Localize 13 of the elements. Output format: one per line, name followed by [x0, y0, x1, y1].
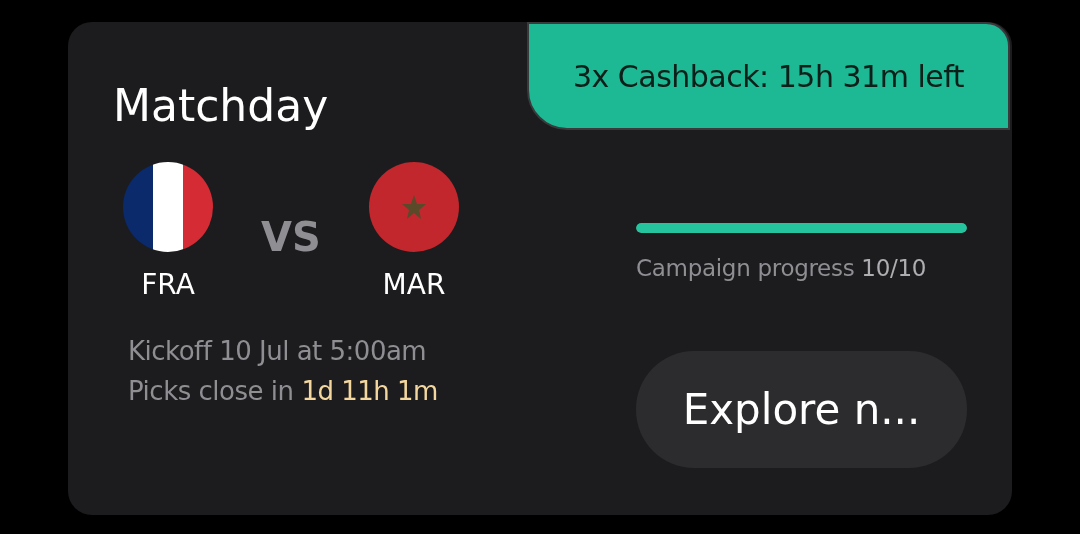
versus-label: VS	[260, 214, 322, 260]
kickoff-text: Kickoff 10 Jul at 5:00am	[128, 336, 428, 366]
team-code: MAR	[382, 268, 446, 302]
explore-button[interactable]: Explore n...	[636, 351, 967, 468]
picks-label: Picks close in	[128, 376, 294, 406]
team-code: FRA	[141, 268, 195, 302]
card-title: Matchday	[113, 80, 330, 132]
flag-icon	[369, 162, 459, 252]
flag-icon	[123, 162, 213, 252]
cashback-badge: 3x Cashback: 15h 31m left	[527, 22, 1010, 130]
progress-label: Campaign progress	[636, 255, 855, 281]
countdown-text: 1d 11h 1m	[301, 376, 438, 406]
progress-reading: 10/10	[861, 255, 927, 281]
